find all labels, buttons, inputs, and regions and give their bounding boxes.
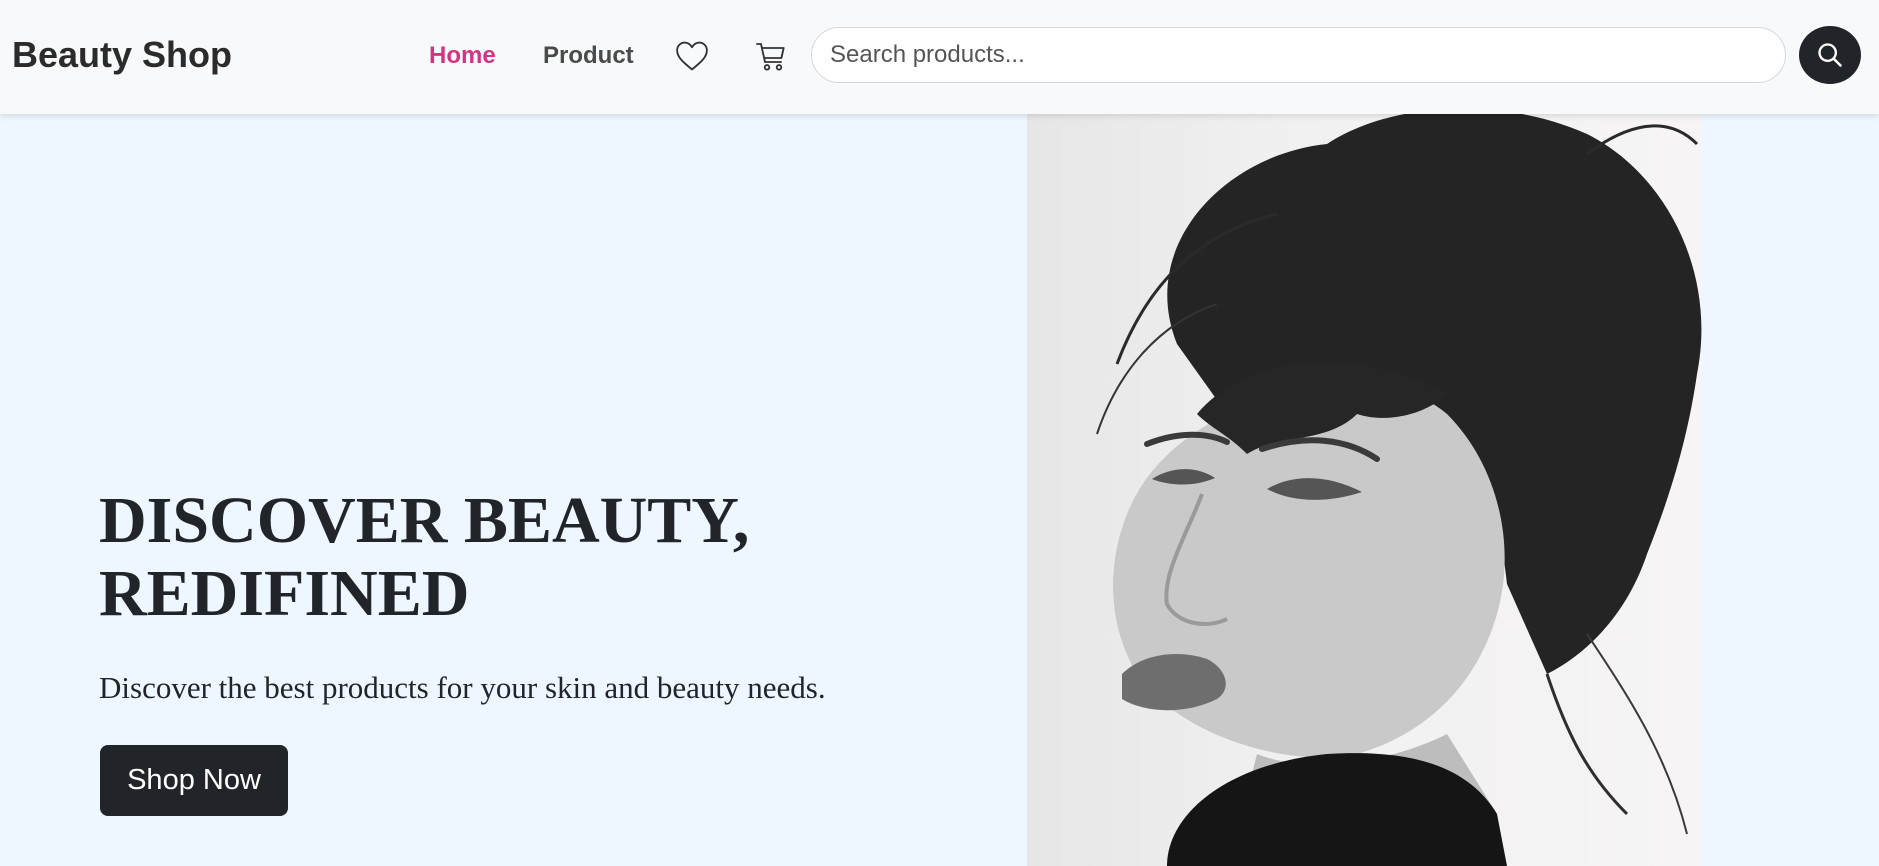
nav-link-home[interactable]: Home [429, 42, 496, 70]
shop-now-button[interactable]: Shop Now [100, 745, 288, 816]
cart-button[interactable] [751, 36, 791, 76]
wishlist-button[interactable] [672, 36, 712, 76]
hero-title: DISCOVER BEAUTY, REDIFINED [99, 484, 959, 630]
heart-icon [676, 41, 708, 71]
search-button[interactable] [1799, 26, 1861, 84]
search-input[interactable] [811, 27, 1786, 83]
cart-icon [756, 43, 785, 71]
hero-title-line-2: REDIFINED [99, 557, 470, 630]
hero-title-line-1: DISCOVER BEAUTY, [99, 484, 750, 557]
search-icon [1818, 43, 1842, 67]
hero-model-photo [1027, 114, 1702, 866]
nav-link-product[interactable]: Product [543, 42, 634, 70]
brand-logo[interactable]: Beauty Shop [12, 34, 232, 76]
navbar: Beauty Shop Home Product [0, 0, 1879, 114]
hero-subtitle: Discover the best products for your skin… [99, 670, 826, 705]
